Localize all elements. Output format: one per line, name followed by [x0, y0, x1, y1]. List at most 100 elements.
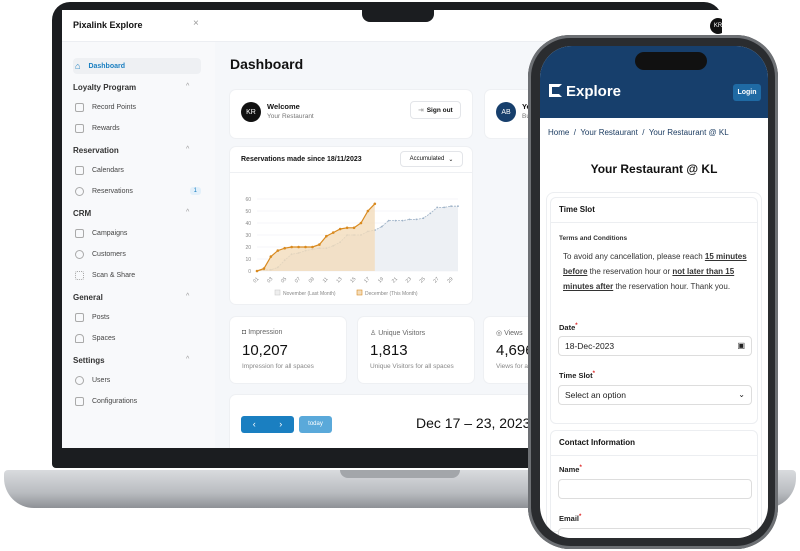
terms-title: Terms and Conditions [559, 235, 628, 242]
stat-card-unique-visitors: ♙ Unique Visitors 1,813 Unique Visitors … [358, 317, 474, 383]
sidebar-item-customers[interactable]: Customers [73, 246, 201, 262]
stat-label: ◘ Impression [242, 329, 283, 336]
sidebar-item-label: Reservations [92, 187, 133, 195]
time-slot-select[interactable]: Select an option ⌄ [558, 385, 752, 405]
calendar-icon [75, 165, 84, 175]
chevron-up-icon[interactable]: ^ [186, 83, 189, 90]
x-tick-label: 11 [322, 276, 330, 284]
posts-icon [75, 312, 84, 322]
sidebar-item-label: Users [92, 376, 111, 384]
divider [551, 222, 757, 223]
contact-heading: Contact Information [559, 438, 635, 447]
legend-label: December (This Month) [365, 291, 418, 297]
data-point [352, 226, 356, 230]
email-label: Email* [559, 514, 582, 523]
section-reservation[interactable]: Reservation [73, 146, 119, 155]
sidebar-item-spaces[interactable]: Spaces [73, 330, 201, 346]
data-point [373, 202, 377, 206]
x-tick-label: 05 [280, 276, 288, 284]
avatar: KR [241, 102, 261, 122]
x-tick-label: 21 [391, 276, 399, 284]
x-tick-label: 29 [446, 276, 454, 284]
close-sidebar-icon[interactable]: × [193, 18, 199, 29]
sidebar-item-label: Record Points [92, 103, 136, 111]
breadcrumb-restaurant[interactable]: Your Restaurant [580, 128, 638, 137]
data-point [318, 243, 321, 246]
stat-subtitle: Unique Visitors for all spaces [370, 363, 454, 370]
stat-subtitle: Impression for all spaces [242, 363, 314, 370]
data-point [311, 245, 314, 249]
chevron-down-icon: ⌄ [738, 390, 745, 399]
sidebar-item-calendars[interactable]: Calendars [73, 162, 201, 178]
x-tick-label: 17 [363, 276, 371, 284]
user-avatar[interactable]: KR [710, 18, 722, 34]
x-tick-label: 15 [349, 276, 357, 284]
section-crm[interactable]: CRM [73, 209, 91, 218]
data-point [338, 227, 342, 231]
sidebar-item-posts[interactable]: Posts [73, 309, 201, 325]
name-input[interactable] [558, 479, 752, 499]
user-icon [75, 375, 84, 385]
sidebar-item-users[interactable]: Users [73, 372, 201, 388]
sidebar-item-configurations[interactable]: Configurations [73, 393, 201, 409]
data-point [359, 221, 363, 225]
avatar: AB [496, 102, 516, 122]
chevron-up-icon[interactable]: ^ [186, 356, 189, 363]
sidebar-item-rewards[interactable]: Rewards [73, 120, 201, 136]
chevron-up-icon[interactable]: ^ [186, 293, 189, 300]
sidebar: ⌂ Dashboard Loyalty Program ^ Record Point… [62, 42, 215, 448]
today-button[interactable]: today [299, 416, 332, 433]
section-settings[interactable]: Settings [73, 356, 105, 365]
section-loyalty[interactable]: Loyalty Program [73, 83, 136, 92]
date-input[interactable]: 18-Dec-2023 ▣ [558, 336, 752, 356]
sidebar-item-record-points[interactable]: Record Points [73, 99, 201, 115]
page-title: Dashboard [230, 56, 304, 72]
spaces-icon [75, 333, 84, 343]
breadcrumb-home[interactable]: Home [548, 128, 569, 137]
x-tick-label: 09 [308, 276, 316, 284]
sidebar-item-reservations[interactable]: Reservations 1 [73, 183, 201, 199]
x-tick-label: 25 [419, 276, 427, 284]
y-tick-label: 50 [245, 209, 251, 215]
calendar-icon[interactable]: ▣ [737, 341, 745, 350]
stat-value: 1,813 [370, 342, 408, 359]
calendar-range: Dec 17 – 23, 2023 [416, 415, 531, 431]
laptop-notch [340, 470, 460, 478]
time-slot-label: Time Slot* [559, 371, 595, 380]
x-tick-label: 03 [266, 276, 274, 284]
data-point [276, 249, 280, 252]
explore-logo-icon [549, 84, 562, 97]
next-button[interactable]: › [268, 416, 295, 433]
x-tick-label: 27 [432, 276, 440, 284]
email-input[interactable] [558, 528, 752, 538]
prev-button[interactable]: ‹ [241, 416, 268, 433]
divider [551, 455, 757, 456]
data-point [387, 219, 390, 222]
sidebar-item-dashboard[interactable]: ⌂ Dashboard [73, 58, 201, 74]
sidebar-item-campaigns[interactable]: Campaigns [73, 225, 201, 241]
y-tick-label: 60 [245, 197, 251, 203]
stat-subtitle: Views for a [496, 363, 529, 370]
data-point [457, 205, 459, 208]
chevron-up-icon[interactable]: ^ [186, 146, 189, 153]
y-tick-label: 10 [245, 257, 251, 263]
data-point [380, 225, 383, 228]
name-label: Name* [559, 465, 582, 474]
megaphone-icon [75, 228, 84, 238]
chevron-up-icon[interactable]: ^ [186, 209, 189, 216]
stat-card-impression: ◘ Impression 10,207 Impression for all s… [230, 317, 346, 383]
sidebar-item-scan-share[interactable]: Scan & Share [73, 267, 201, 283]
stat-value: 10,207 [242, 342, 288, 359]
x-tick-label: 23 [405, 276, 413, 284]
sign-out-button[interactable]: ⇥ Sign out [410, 101, 461, 119]
login-button[interactable]: Login [733, 84, 761, 101]
sign-out-icon: ⇥ [418, 107, 424, 114]
section-general[interactable]: General [73, 293, 103, 302]
data-point [366, 209, 370, 213]
data-point [345, 226, 349, 230]
gift-icon [75, 123, 84, 133]
reservations-chart: 0 10 20 30 40 50 60 01 03 05 07 09 11 13 15 17 19 21 23 25 2… [245, 197, 459, 297]
clock-icon [75, 186, 84, 196]
sidebar-item-label: Posts [92, 313, 110, 321]
data-point [331, 231, 335, 234]
